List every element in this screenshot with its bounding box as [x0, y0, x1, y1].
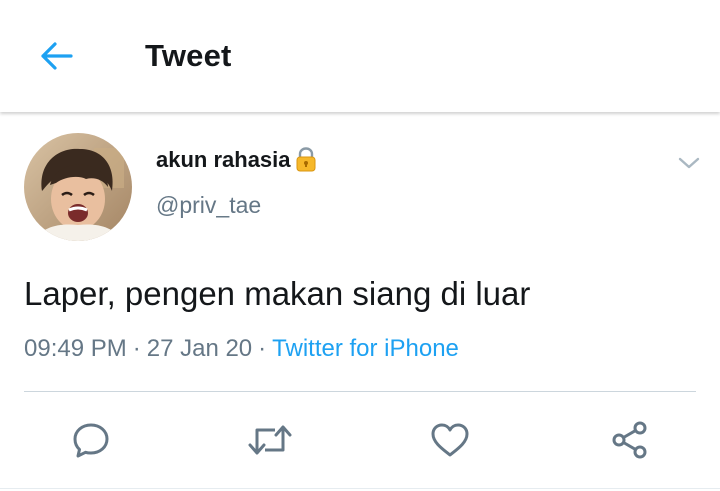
display-name-row[interactable]: akun rahasia: [156, 147, 317, 173]
divider: [24, 391, 696, 392]
like-button[interactable]: [420, 410, 480, 470]
tweet-source-link[interactable]: Twitter for iPhone: [272, 335, 459, 362]
reply-icon: [73, 423, 109, 458]
lock-icon: [295, 147, 317, 173]
like-icon: [431, 423, 469, 457]
avatar[interactable]: [24, 133, 132, 241]
back-button[interactable]: [30, 34, 82, 78]
retweet-button[interactable]: [240, 410, 300, 470]
chevron-down-icon: [678, 157, 700, 169]
tweet-menu-button[interactable]: [672, 148, 706, 178]
share-button[interactable]: [600, 410, 660, 470]
meta-separator: ·: [258, 335, 267, 362]
share-icon: [612, 421, 647, 459]
tweet-meta: 09:49 PM · 27 Jan 20 · Twitter for iPhone: [24, 335, 459, 363]
tweet-detail-screen: Tweet akun rahasia @priv_tae Laper, peng…: [0, 0, 720, 491]
arrow-left-icon: [41, 42, 73, 70]
tweet-time: 09:49 PM: [24, 335, 127, 362]
reply-button[interactable]: [61, 410, 121, 470]
page-title: Tweet: [145, 38, 232, 73]
username[interactable]: @priv_tae: [156, 192, 261, 219]
display-name[interactable]: akun rahasia: [156, 147, 291, 173]
bottom-divider: [0, 488, 720, 489]
meta-separator: ·: [132, 335, 141, 362]
app-header: Tweet: [0, 0, 720, 112]
tweet-date: 27 Jan 20: [146, 335, 253, 362]
tweet-actions: [0, 410, 720, 470]
retweet-icon: [248, 425, 292, 455]
tweet-text: Laper, pengen makan siang di luar: [24, 275, 531, 312]
